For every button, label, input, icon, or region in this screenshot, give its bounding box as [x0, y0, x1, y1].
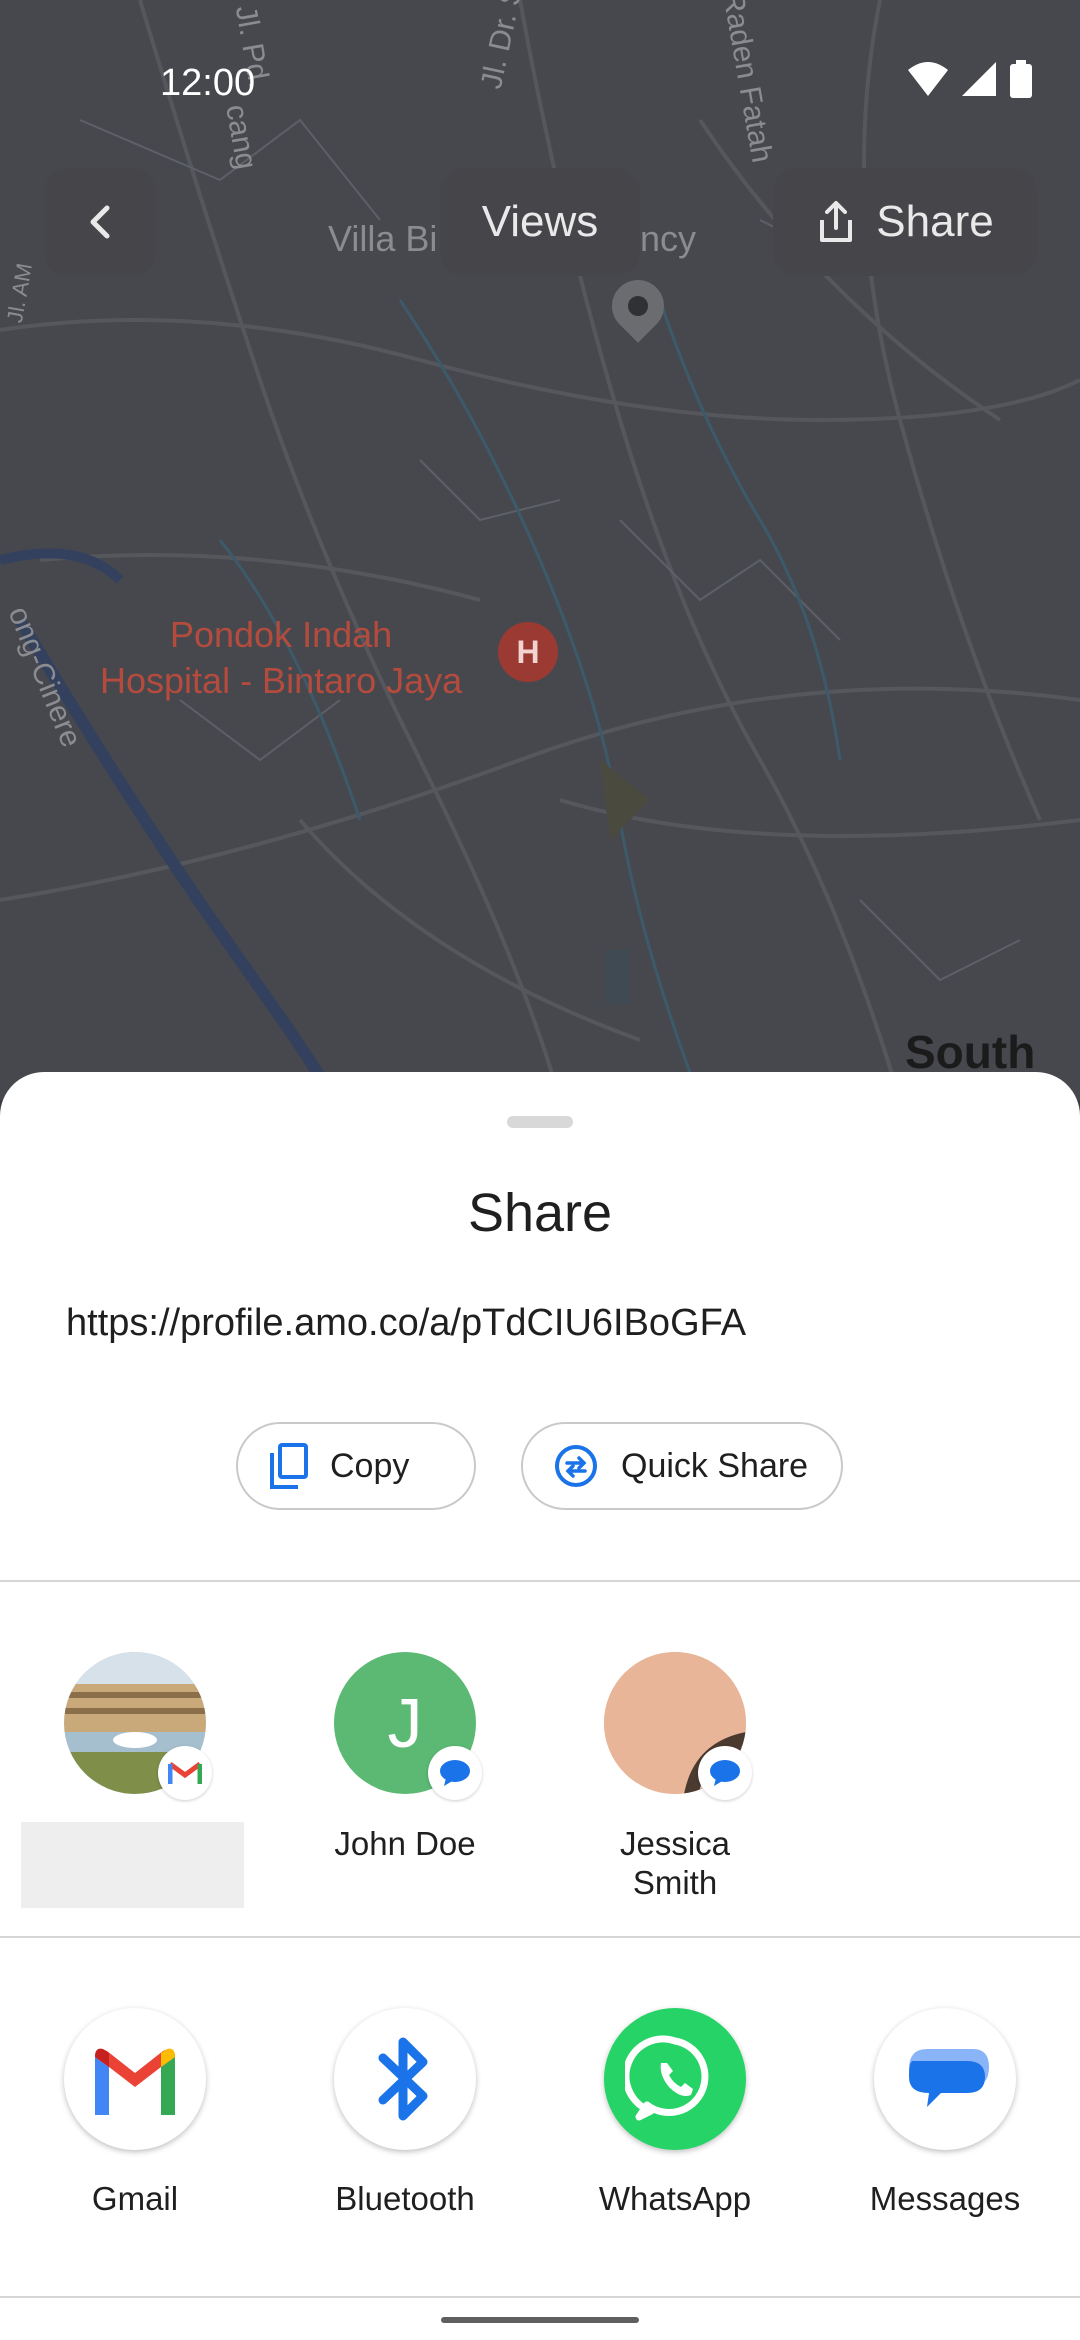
direct-share-contact[interactable]: J John Doe: [270, 1652, 540, 1863]
contact-name: John Doe: [334, 1825, 476, 1862]
contact-name-line: Jessica: [619, 1825, 731, 1862]
map-area-label: Villa Bi: [328, 218, 438, 259]
map-roads: [0, 0, 1080, 1100]
contact-name-placeholder: [21, 1822, 244, 1908]
hospital-name-line: Hospital - Bintaro Jaya: [100, 660, 463, 701]
gmail-badge-icon: [158, 1746, 212, 1800]
messages-icon: [874, 2008, 1016, 2150]
signal-icon: [962, 62, 996, 96]
app-whatsapp[interactable]: WhatsApp: [540, 2008, 810, 2218]
hospital-label[interactable]: Pondok Indah Hospital - Bintaro Jaya: [100, 612, 462, 704]
contact-avatar: J: [334, 1652, 482, 1800]
app-messages[interactable]: Messages: [810, 2008, 1080, 2218]
copy-label: Copy: [330, 1446, 410, 1485]
contact-name: Jessica Smith: [540, 1824, 810, 1902]
app-label: WhatsApp: [598, 2180, 752, 2217]
hospital-name-line: Pondok Indah: [169, 614, 393, 655]
views-button[interactable]: Views: [440, 168, 640, 276]
copy-button[interactable]: Copy: [236, 1422, 476, 1510]
contact-avatar: [604, 1652, 752, 1800]
copy-icon: [270, 1443, 308, 1489]
messages-badge-icon: [698, 1746, 752, 1800]
whatsapp-icon: [604, 2008, 746, 2150]
drag-handle[interactable]: [507, 1116, 573, 1128]
contact-name-line: Smith: [632, 1864, 718, 1901]
app-label: Gmail: [91, 2180, 179, 2217]
app-label: Bluetooth: [335, 2180, 475, 2217]
bluetooth-icon: [334, 2008, 476, 2150]
contact-avatar: [64, 1652, 212, 1800]
direct-share-contact[interactable]: [0, 1652, 270, 1800]
app-label: Messages: [869, 2180, 1021, 2217]
share-url: https://profile.amo.co/a/pTdCIU6IBoGFA: [66, 1302, 747, 1344]
quick-share-icon: [555, 1445, 597, 1487]
direct-share-contact[interactable]: Jessica Smith: [540, 1652, 810, 1902]
share-button[interactable]: Share: [773, 168, 1037, 276]
map-area-label: ncy: [640, 218, 697, 259]
gesture-nav-bar[interactable]: [441, 2317, 639, 2323]
app-gmail[interactable]: Gmail: [0, 2008, 270, 2218]
status-bar: 12:00: [0, 0, 1080, 110]
map-background[interactable]: Jl. Pd. cang Jl. Dr. S Raden Fatah Jl. A…: [0, 0, 1080, 1100]
section-divider: [0, 1936, 1080, 1938]
quick-share-button[interactable]: Quick Share: [521, 1422, 843, 1510]
status-icons: [908, 60, 1032, 98]
quick-share-label: Quick Share: [621, 1446, 809, 1485]
contact-initial: J: [387, 1684, 423, 1762]
hospital-icon[interactable]: H: [498, 622, 558, 682]
app-bluetooth[interactable]: Bluetooth: [270, 2008, 540, 2218]
gmail-icon: [64, 2008, 206, 2150]
battery-icon: [1010, 60, 1032, 98]
messages-badge-icon: [428, 1746, 482, 1800]
share-button-label: Share: [876, 197, 994, 246]
status-time: 12:00: [160, 62, 256, 104]
share-upload-icon: [820, 201, 853, 242]
section-divider: [0, 2296, 1080, 2298]
chevron-left-icon: [90, 205, 110, 239]
sheet-title: Share: [467, 1183, 613, 1243]
map-area-label: South: [905, 1026, 1036, 1078]
wifi-icon: [908, 62, 948, 96]
back-button[interactable]: [44, 168, 156, 276]
section-divider: [0, 1580, 1080, 1582]
